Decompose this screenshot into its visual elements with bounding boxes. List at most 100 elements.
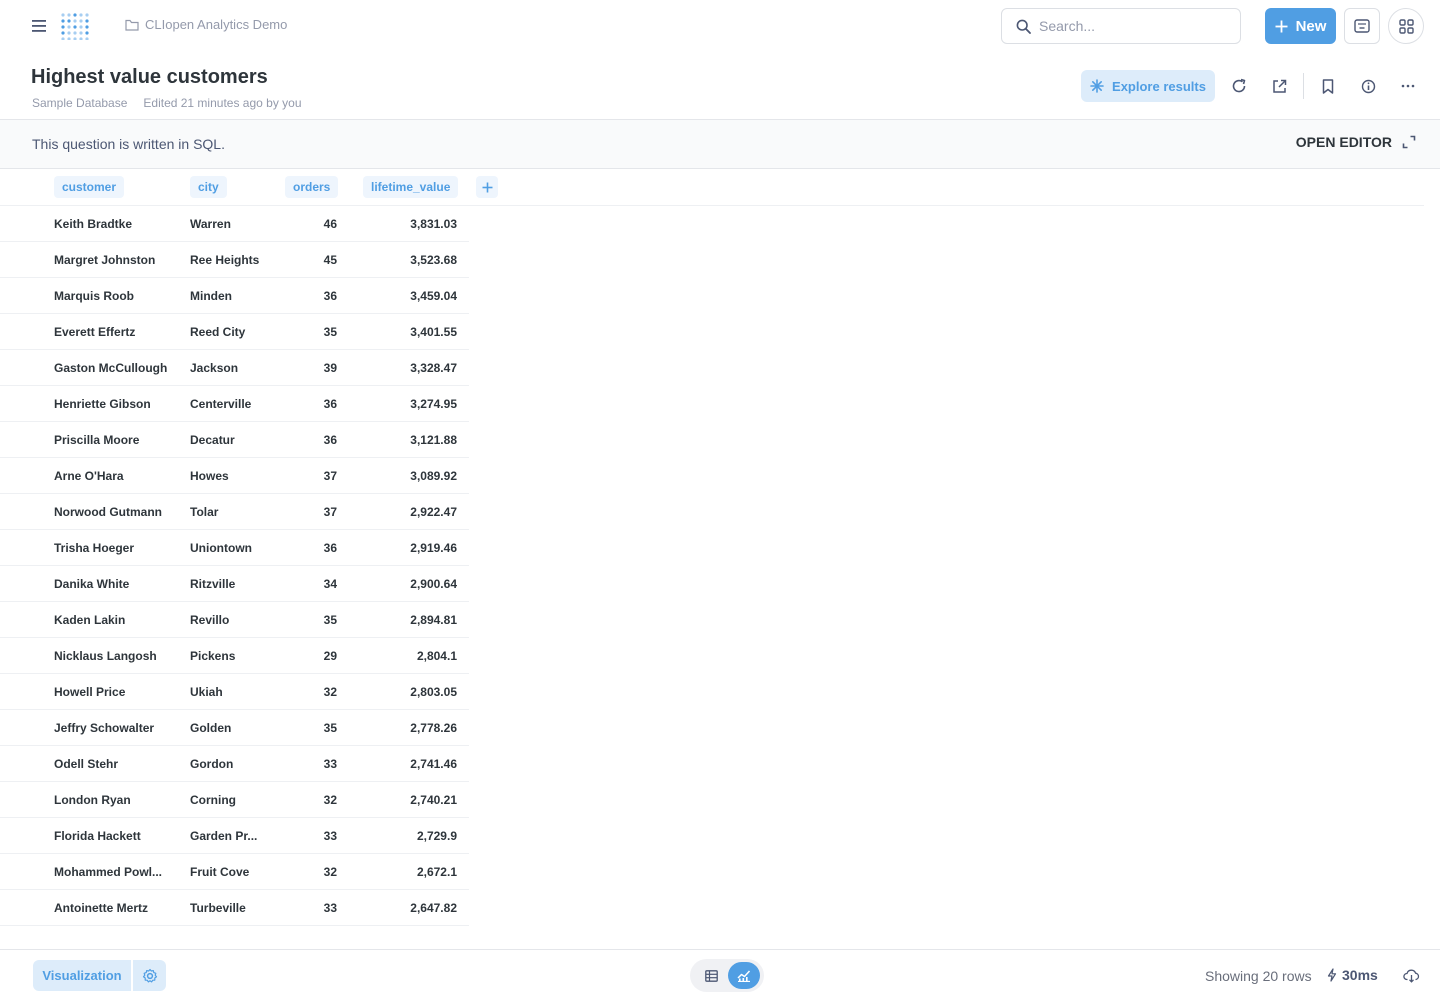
- bookmark-button[interactable]: [1316, 74, 1340, 98]
- info-button[interactable]: [1356, 74, 1380, 98]
- cell-customer[interactable]: Margret Johnston: [54, 253, 174, 267]
- cell-customer[interactable]: Henriette Gibson: [54, 397, 174, 411]
- cell-lifetime-value[interactable]: 2,778.26: [410, 721, 457, 735]
- cell-customer[interactable]: Norwood Gutmann: [54, 505, 174, 519]
- cell-city[interactable]: Ree Heights: [190, 253, 270, 267]
- cell-city[interactable]: Decatur: [190, 433, 270, 447]
- table-row[interactable]: Danika White Ritzville 34 2,900.64: [0, 566, 469, 602]
- table-row[interactable]: Gaston McCullough Jackson 39 3,328.47: [0, 350, 469, 386]
- cell-city[interactable]: Ritzville: [190, 577, 270, 591]
- table-row[interactable]: Florida Hackett Garden Pr... 33 2,729.9: [0, 818, 469, 854]
- cell-lifetime-value[interactable]: 3,523.68: [410, 253, 457, 267]
- cell-orders[interactable]: 36: [324, 541, 337, 555]
- more-button[interactable]: [1396, 74, 1420, 98]
- cell-lifetime-value[interactable]: 3,328.47: [410, 361, 457, 375]
- explore-results-button[interactable]: Explore results: [1081, 70, 1215, 102]
- cell-city[interactable]: Corning: [190, 793, 270, 807]
- cell-orders[interactable]: 45: [324, 253, 337, 267]
- database-link[interactable]: Sample Database: [32, 96, 127, 110]
- cell-orders[interactable]: 37: [324, 469, 337, 483]
- cell-lifetime-value[interactable]: 2,647.82: [410, 901, 457, 915]
- cell-orders[interactable]: 36: [324, 433, 337, 447]
- cell-orders[interactable]: 36: [324, 289, 337, 303]
- cell-customer[interactable]: Florida Hackett: [54, 829, 174, 843]
- cell-lifetime-value[interactable]: 2,729.9: [417, 829, 457, 843]
- table-row[interactable]: Howell Price Ukiah 32 2,803.05: [0, 674, 469, 710]
- cell-lifetime-value[interactable]: 3,274.95: [410, 397, 457, 411]
- table-row[interactable]: Trisha Hoeger Uniontown 36 2,919.46: [0, 530, 469, 566]
- cell-lifetime-value[interactable]: 3,459.04: [410, 289, 457, 303]
- cell-orders[interactable]: 35: [324, 613, 337, 627]
- chart-view-button[interactable]: [728, 962, 760, 989]
- table-row[interactable]: Norwood Gutmann Tolar 37 2,922.47: [0, 494, 469, 530]
- add-column-button[interactable]: [476, 176, 498, 198]
- table-row[interactable]: Henriette Gibson Centerville 36 3,274.95: [0, 386, 469, 422]
- collection-breadcrumb[interactable]: CLIopen Analytics Demo: [125, 17, 287, 32]
- visualization-settings-button[interactable]: [133, 960, 166, 991]
- table-view-button[interactable]: [695, 962, 727, 989]
- cell-customer[interactable]: Gaston McCullough: [54, 361, 174, 375]
- cell-orders[interactable]: 34: [324, 577, 337, 591]
- cell-lifetime-value[interactable]: 2,803.05: [410, 685, 457, 699]
- cell-city[interactable]: Revillo: [190, 613, 270, 627]
- menu-icon[interactable]: [26, 13, 52, 39]
- table-row[interactable]: Marquis Roob Minden 36 3,459.04: [0, 278, 469, 314]
- cell-customer[interactable]: Marquis Roob: [54, 289, 174, 303]
- cell-city[interactable]: Gordon: [190, 757, 270, 771]
- new-button[interactable]: New: [1265, 8, 1336, 44]
- cell-city[interactable]: Reed City: [190, 325, 270, 339]
- cell-city[interactable]: Centerville: [190, 397, 270, 411]
- cell-orders[interactable]: 39: [324, 361, 337, 375]
- cell-lifetime-value[interactable]: 2,672.1: [417, 865, 457, 879]
- share-button[interactable]: [1267, 74, 1291, 98]
- cell-city[interactable]: Minden: [190, 289, 270, 303]
- cell-customer[interactable]: Keith Bradtke: [54, 217, 174, 231]
- open-editor-button[interactable]: OPEN EDITOR: [1296, 134, 1416, 150]
- table-row[interactable]: Priscilla Moore Decatur 36 3,121.88: [0, 422, 469, 458]
- column-header-orders[interactable]: orders: [285, 176, 339, 198]
- table-row[interactable]: Mohammed Powl... Fruit Cove 32 2,672.1: [0, 854, 469, 890]
- cell-lifetime-value[interactable]: 2,804.1: [417, 649, 457, 663]
- cell-customer[interactable]: Everett Effertz: [54, 325, 174, 339]
- search-input[interactable]: [1039, 18, 1219, 34]
- cell-customer[interactable]: Nicklaus Langosh: [54, 649, 174, 663]
- cell-orders[interactable]: 32: [324, 793, 337, 807]
- search-box[interactable]: [1001, 8, 1241, 44]
- cell-customer[interactable]: Odell Stehr: [54, 757, 174, 771]
- cell-lifetime-value[interactable]: 2,894.81: [410, 613, 457, 627]
- cell-orders[interactable]: 37: [324, 505, 337, 519]
- refresh-button[interactable]: [1227, 74, 1251, 98]
- column-header-city[interactable]: city: [190, 176, 227, 198]
- cell-lifetime-value[interactable]: 3,401.55: [410, 325, 457, 339]
- cell-city[interactable]: Howes: [190, 469, 270, 483]
- cell-orders[interactable]: 32: [324, 685, 337, 699]
- table-row[interactable]: Keith Bradtke Warren 46 3,831.03: [0, 206, 469, 242]
- table-row[interactable]: Kaden Lakin Revillo 35 2,894.81: [0, 602, 469, 638]
- cell-city[interactable]: Garden Pr...: [190, 829, 270, 843]
- cell-orders[interactable]: 32: [324, 865, 337, 879]
- cell-lifetime-value[interactable]: 2,741.46: [410, 757, 457, 771]
- cell-lifetime-value[interactable]: 3,089.92: [410, 469, 457, 483]
- cell-orders[interactable]: 33: [324, 901, 337, 915]
- cell-lifetime-value[interactable]: 2,740.21: [410, 793, 457, 807]
- row-count[interactable]: Showing 20 rows: [1205, 968, 1312, 984]
- cell-lifetime-value[interactable]: 3,121.88: [410, 433, 457, 447]
- cell-city[interactable]: Fruit Cove: [190, 865, 270, 879]
- cell-orders[interactable]: 35: [324, 325, 337, 339]
- cell-lifetime-value[interactable]: 2,900.64: [410, 577, 457, 591]
- keyboard-shortcuts-button[interactable]: [1344, 8, 1380, 44]
- cell-customer[interactable]: Antoinette Mertz: [54, 901, 174, 915]
- cell-orders[interactable]: 29: [324, 649, 337, 663]
- cell-city[interactable]: Ukiah: [190, 685, 270, 699]
- cell-city[interactable]: Uniontown: [190, 541, 270, 555]
- cell-customer[interactable]: Trisha Hoeger: [54, 541, 174, 555]
- cell-orders[interactable]: 36: [324, 397, 337, 411]
- visualization-button[interactable]: Visualization: [33, 960, 131, 991]
- cell-lifetime-value[interactable]: 3,831.03: [410, 217, 457, 231]
- cell-customer[interactable]: Howell Price: [54, 685, 174, 699]
- edited-info[interactable]: Edited 21 minutes ago by you: [143, 96, 301, 110]
- table-row[interactable]: Arne O'Hara Howes 37 3,089.92: [0, 458, 469, 494]
- cell-orders[interactable]: 35: [324, 721, 337, 735]
- cell-customer[interactable]: Danika White: [54, 577, 174, 591]
- cell-customer[interactable]: Kaden Lakin: [54, 613, 174, 627]
